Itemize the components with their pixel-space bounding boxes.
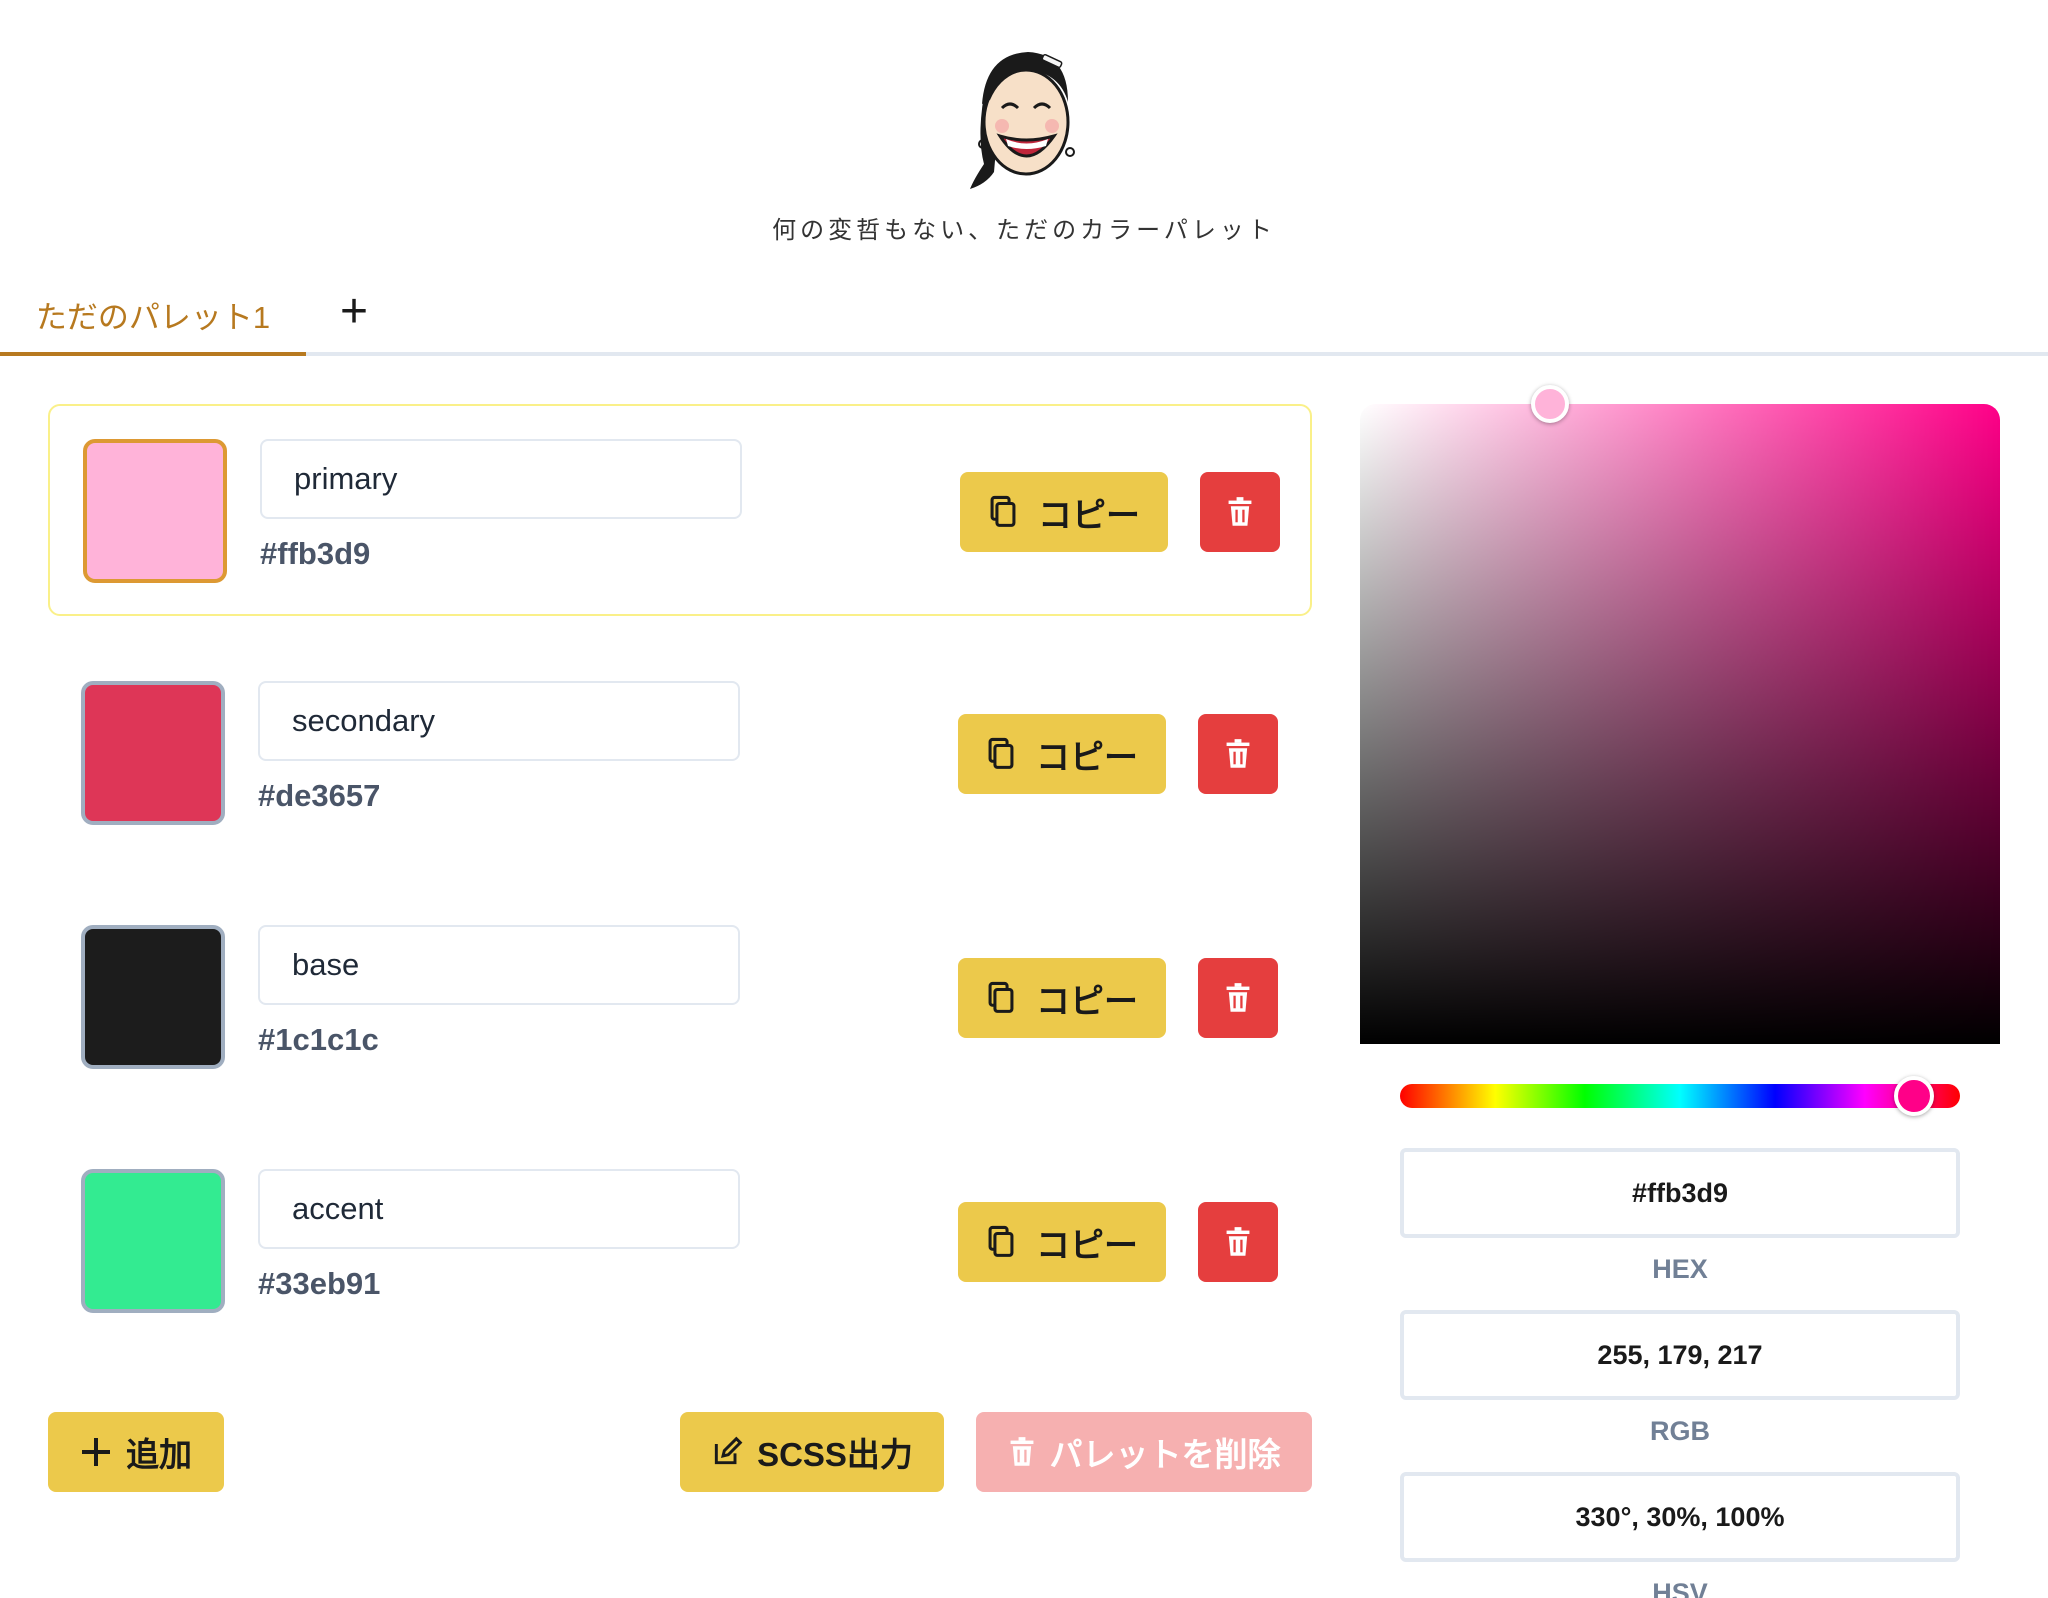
copy-button[interactable]: コピー [958, 1202, 1166, 1282]
hsv-label: HSV [1652, 1578, 1708, 1598]
copy-button-label: コピー [1036, 738, 1138, 777]
color-hex-text: #1c1c1c [258, 1022, 379, 1057]
add-color-button[interactable]: 追加 [48, 1412, 224, 1492]
color-swatch[interactable] [81, 925, 225, 1069]
color-swatch[interactable] [81, 681, 225, 825]
copy-icon [990, 495, 1016, 527]
saturation-value-area[interactable] [1360, 404, 2000, 1044]
add-color-label: 追加 [126, 1436, 192, 1473]
delete-color-button[interactable] [1198, 714, 1278, 794]
copy-icon [988, 737, 1014, 769]
delete-color-button[interactable] [1198, 958, 1278, 1038]
hue-slider-handle[interactable] [1894, 1076, 1934, 1116]
color-swatch[interactable] [83, 439, 227, 583]
trash-icon [1226, 739, 1250, 768]
hue-slider[interactable] [1400, 1084, 1960, 1108]
app-tagline: 何の変哲もない、ただのカラーパレット [772, 216, 1276, 244]
color-swatch[interactable] [81, 1169, 225, 1313]
scss-export-button[interactable]: SCSS出力 [680, 1412, 944, 1492]
copy-button[interactable]: コピー [958, 714, 1166, 794]
trash-icon [1010, 1437, 1033, 1466]
color-hex-text: #33eb91 [258, 1266, 381, 1301]
edit-icon [714, 1436, 743, 1465]
palette-tabs: ただのパレット1 + [0, 276, 2048, 356]
plus-icon [82, 1438, 110, 1466]
color-name-input[interactable] [258, 681, 740, 761]
delete-palette-label: パレットを削除 [1049, 1436, 1281, 1473]
scss-export-label: SCSS出力 [757, 1436, 913, 1473]
copy-icon [988, 1225, 1014, 1257]
copy-button-label: コピー [1036, 982, 1138, 1021]
copy-icon [988, 981, 1014, 1013]
copy-button-label: コピー [1038, 496, 1140, 535]
saturation-value-handle[interactable] [1531, 385, 1569, 423]
color-row-base[interactable]: #1c1c1c コピー [48, 892, 1312, 1104]
color-name-input[interactable] [258, 925, 740, 1005]
copy-button[interactable]: コピー [960, 472, 1168, 552]
rgb-input[interactable] [1400, 1310, 1960, 1400]
rgb-label: RGB [1650, 1416, 1710, 1446]
copy-button-label: コピー [1036, 1226, 1138, 1265]
add-tab-button[interactable]: + [330, 288, 378, 336]
trash-icon [1226, 1227, 1250, 1256]
delete-color-button[interactable] [1198, 1202, 1278, 1282]
trash-icon [1226, 983, 1250, 1012]
color-hex-text: #ffb3d9 [260, 536, 371, 571]
color-row-secondary[interactable]: #de3657 コピー [48, 648, 1312, 860]
hex-input[interactable] [1400, 1148, 1960, 1238]
delete-palette-button[interactable]: パレットを削除 [976, 1412, 1312, 1492]
color-row-accent[interactable]: #33eb91 コピー [48, 1136, 1312, 1348]
logo-face-icon [970, 52, 1075, 189]
hex-label: HEX [1652, 1254, 1708, 1284]
color-name-input[interactable] [260, 439, 742, 519]
trash-icon [1228, 497, 1252, 526]
tab-palette-1[interactable]: ただのパレット1 [0, 276, 306, 356]
copy-button[interactable]: コピー [958, 958, 1166, 1038]
hsv-input[interactable] [1400, 1472, 1960, 1562]
color-hex-text: #de3657 [258, 778, 381, 813]
color-name-input[interactable] [258, 1169, 740, 1249]
color-row-primary[interactable]: #ffb3d9 コピー [48, 404, 1312, 616]
delete-color-button[interactable] [1200, 472, 1280, 552]
